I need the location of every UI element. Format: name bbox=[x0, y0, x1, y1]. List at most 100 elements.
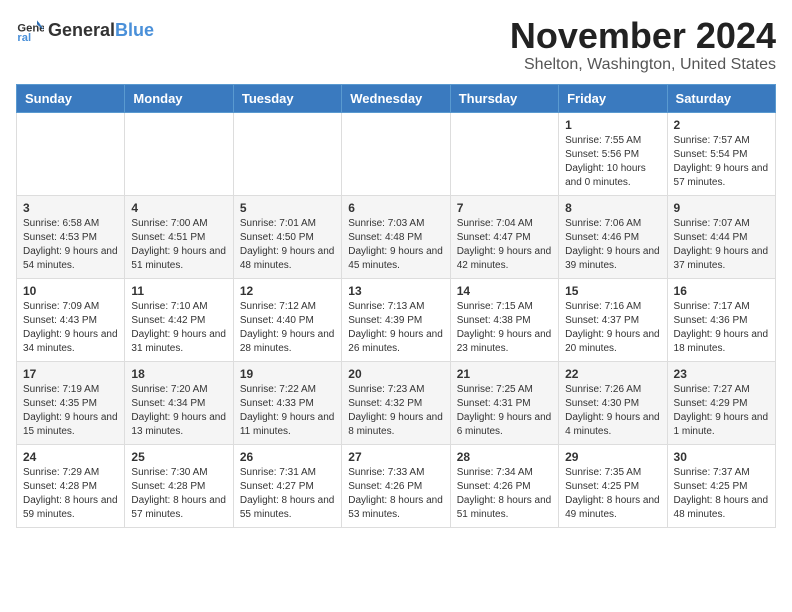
day-info: Sunrise: 7:55 AM Sunset: 5:56 PM Dayligh… bbox=[565, 134, 660, 190]
day-number: 8 bbox=[565, 201, 660, 215]
day-info: Sunrise: 7:34 AM Sunset: 4:26 PM Dayligh… bbox=[457, 466, 552, 522]
day-number: 25 bbox=[131, 450, 226, 464]
day-number: 2 bbox=[674, 118, 769, 132]
logo-blue-text: Blue bbox=[115, 20, 154, 40]
day-info: Sunrise: 7:17 AM Sunset: 4:36 PM Dayligh… bbox=[674, 300, 769, 356]
day-info: Sunrise: 7:01 AM Sunset: 4:50 PM Dayligh… bbox=[240, 217, 335, 273]
week-row-2: 3 Sunrise: 6:58 AM Sunset: 4:53 PM Daylig… bbox=[17, 195, 776, 278]
day-number: 13 bbox=[348, 284, 443, 298]
svg-text:ral: ral bbox=[17, 32, 31, 44]
day-cell: 15Sunrise: 7:16 AM Sunset: 4:37 PM Dayli… bbox=[559, 278, 667, 361]
day-cell: 28 Sunrise: 7:34 AM Sunset: 4:26 PM Dayli… bbox=[450, 444, 558, 527]
day-info: Sunrise: 7:00 AM Sunset: 4:51 PM Dayligh… bbox=[131, 217, 226, 273]
weekday-header-sunday: Sunday bbox=[17, 84, 125, 112]
day-cell: 23 Sunrise: 7:27 AM Sunset: 4:29 PM Dayli… bbox=[667, 361, 775, 444]
day-info: Sunrise: 7:15 AM Sunset: 4:38 PM Dayligh… bbox=[457, 300, 552, 356]
day-info: Sunrise: 7:06 AM Sunset: 4:46 PM Dayligh… bbox=[565, 217, 660, 273]
day-cell: 13 Sunrise: 7:13 AM Sunset: 4:39 PM Dayli… bbox=[342, 278, 450, 361]
day-cell: 18 Sunrise: 7:20 AM Sunset: 4:34 PM Dayli… bbox=[125, 361, 233, 444]
day-cell: 5 Sunrise: 7:01 AM Sunset: 4:50 PM Daylig… bbox=[233, 195, 341, 278]
day-number: 4 bbox=[131, 201, 226, 215]
day-cell: 16 Sunrise: 7:17 AM Sunset: 4:36 PM Dayli… bbox=[667, 278, 775, 361]
day-number: 14 bbox=[457, 284, 552, 298]
weekday-header-row: SundayMondayTuesdayWednesdayThursdayFrid… bbox=[17, 84, 776, 112]
title-area: November 2024 Shelton, Washington, Unite… bbox=[510, 16, 776, 74]
day-cell: 26 Sunrise: 7:31 AM Sunset: 4:27 PM Dayli… bbox=[233, 444, 341, 527]
logo-icon: Gene ral bbox=[16, 16, 44, 44]
week-row-1: 1 Sunrise: 7:55 AM Sunset: 5:56 PM Daylig… bbox=[17, 112, 776, 195]
day-number: 21 bbox=[457, 367, 552, 381]
day-number: 29 bbox=[565, 450, 660, 464]
header: Gene ral GeneralBlue November 2024 Shelt… bbox=[16, 16, 776, 74]
day-number: 26 bbox=[240, 450, 335, 464]
day-cell: 2 Sunrise: 7:57 AM Sunset: 5:54 PM Daylig… bbox=[667, 112, 775, 195]
day-info: Sunrise: 7:57 AM Sunset: 5:54 PM Dayligh… bbox=[674, 134, 769, 190]
day-number: 6 bbox=[348, 201, 443, 215]
day-cell: 24Sunrise: 7:29 AM Sunset: 4:28 PM Dayli… bbox=[17, 444, 125, 527]
day-info: Sunrise: 7:35 AM Sunset: 4:25 PM Dayligh… bbox=[565, 466, 660, 522]
weekday-header-tuesday: Tuesday bbox=[233, 84, 341, 112]
day-cell: 10Sunrise: 7:09 AM Sunset: 4:43 PM Dayli… bbox=[17, 278, 125, 361]
day-number: 3 bbox=[23, 201, 118, 215]
day-number: 30 bbox=[674, 450, 769, 464]
day-number: 16 bbox=[674, 284, 769, 298]
day-number: 12 bbox=[240, 284, 335, 298]
day-info: Sunrise: 7:13 AM Sunset: 4:39 PM Dayligh… bbox=[348, 300, 443, 356]
week-row-5: 24Sunrise: 7:29 AM Sunset: 4:28 PM Dayli… bbox=[17, 444, 776, 527]
day-info: Sunrise: 7:20 AM Sunset: 4:34 PM Dayligh… bbox=[131, 383, 226, 439]
day-number: 19 bbox=[240, 367, 335, 381]
week-row-3: 10Sunrise: 7:09 AM Sunset: 4:43 PM Dayli… bbox=[17, 278, 776, 361]
day-info: Sunrise: 7:22 AM Sunset: 4:33 PM Dayligh… bbox=[240, 383, 335, 439]
day-cell: 8 Sunrise: 7:06 AM Sunset: 4:46 PM Daylig… bbox=[559, 195, 667, 278]
day-info: Sunrise: 7:23 AM Sunset: 4:32 PM Dayligh… bbox=[348, 383, 443, 439]
day-cell: 30 Sunrise: 7:37 AM Sunset: 4:25 PM Dayli… bbox=[667, 444, 775, 527]
day-info: Sunrise: 7:33 AM Sunset: 4:26 PM Dayligh… bbox=[348, 466, 443, 522]
logo-general-text: General bbox=[48, 20, 115, 40]
day-number: 15 bbox=[565, 284, 660, 298]
day-number: 20 bbox=[348, 367, 443, 381]
day-cell: 11Sunrise: 7:10 AM Sunset: 4:42 PM Dayli… bbox=[125, 278, 233, 361]
day-info: Sunrise: 6:58 AM Sunset: 4:53 PM Dayligh… bbox=[23, 217, 118, 273]
day-cell: 20 Sunrise: 7:23 AM Sunset: 4:32 PM Dayli… bbox=[342, 361, 450, 444]
day-number: 23 bbox=[674, 367, 769, 381]
day-cell: 14 Sunrise: 7:15 AM Sunset: 4:38 PM Dayli… bbox=[450, 278, 558, 361]
day-cell: 25 Sunrise: 7:30 AM Sunset: 4:28 PM Dayli… bbox=[125, 444, 233, 527]
day-info: Sunrise: 7:12 AM Sunset: 4:40 PM Dayligh… bbox=[240, 300, 335, 356]
day-number: 22 bbox=[565, 367, 660, 381]
day-cell: 4 Sunrise: 7:00 AM Sunset: 4:51 PM Daylig… bbox=[125, 195, 233, 278]
day-number: 28 bbox=[457, 450, 552, 464]
weekday-header-thursday: Thursday bbox=[450, 84, 558, 112]
day-number: 5 bbox=[240, 201, 335, 215]
weekday-header-friday: Friday bbox=[559, 84, 667, 112]
day-number: 7 bbox=[457, 201, 552, 215]
day-info: Sunrise: 7:03 AM Sunset: 4:48 PM Dayligh… bbox=[348, 217, 443, 273]
day-info: Sunrise: 7:09 AM Sunset: 4:43 PM Dayligh… bbox=[23, 300, 118, 356]
month-title: November 2024 bbox=[510, 16, 776, 56]
day-cell: 21 Sunrise: 7:25 AM Sunset: 4:31 PM Dayli… bbox=[450, 361, 558, 444]
week-row-4: 17 Sunrise: 7:19 AM Sunset: 4:35 PM Dayli… bbox=[17, 361, 776, 444]
day-info: Sunrise: 7:30 AM Sunset: 4:28 PM Dayligh… bbox=[131, 466, 226, 522]
day-cell bbox=[17, 112, 125, 195]
day-cell bbox=[342, 112, 450, 195]
day-info: Sunrise: 7:04 AM Sunset: 4:47 PM Dayligh… bbox=[457, 217, 552, 273]
day-info: Sunrise: 7:26 AM Sunset: 4:30 PM Dayligh… bbox=[565, 383, 660, 439]
day-cell: 9Sunrise: 7:07 AM Sunset: 4:44 PM Daylig… bbox=[667, 195, 775, 278]
calendar: SundayMondayTuesdayWednesdayThursdayFrid… bbox=[16, 84, 776, 528]
day-cell bbox=[450, 112, 558, 195]
day-cell: 1 Sunrise: 7:55 AM Sunset: 5:56 PM Daylig… bbox=[559, 112, 667, 195]
day-info: Sunrise: 7:19 AM Sunset: 4:35 PM Dayligh… bbox=[23, 383, 118, 439]
day-info: Sunrise: 7:31 AM Sunset: 4:27 PM Dayligh… bbox=[240, 466, 335, 522]
day-info: Sunrise: 7:27 AM Sunset: 4:29 PM Dayligh… bbox=[674, 383, 769, 439]
day-cell: 22 Sunrise: 7:26 AM Sunset: 4:30 PM Dayli… bbox=[559, 361, 667, 444]
day-number: 17 bbox=[23, 367, 118, 381]
day-info: Sunrise: 7:25 AM Sunset: 4:31 PM Dayligh… bbox=[457, 383, 552, 439]
day-cell: 7 Sunrise: 7:04 AM Sunset: 4:47 PM Daylig… bbox=[450, 195, 558, 278]
day-info: Sunrise: 7:29 AM Sunset: 4:28 PM Dayligh… bbox=[23, 466, 118, 522]
day-number: 18 bbox=[131, 367, 226, 381]
weekday-header-monday: Monday bbox=[125, 84, 233, 112]
day-cell: 17 Sunrise: 7:19 AM Sunset: 4:35 PM Dayli… bbox=[17, 361, 125, 444]
day-cell: 3 Sunrise: 6:58 AM Sunset: 4:53 PM Daylig… bbox=[17, 195, 125, 278]
day-info: Sunrise: 7:37 AM Sunset: 4:25 PM Dayligh… bbox=[674, 466, 769, 522]
day-number: 1 bbox=[565, 118, 660, 132]
day-number: 9 bbox=[674, 201, 769, 215]
